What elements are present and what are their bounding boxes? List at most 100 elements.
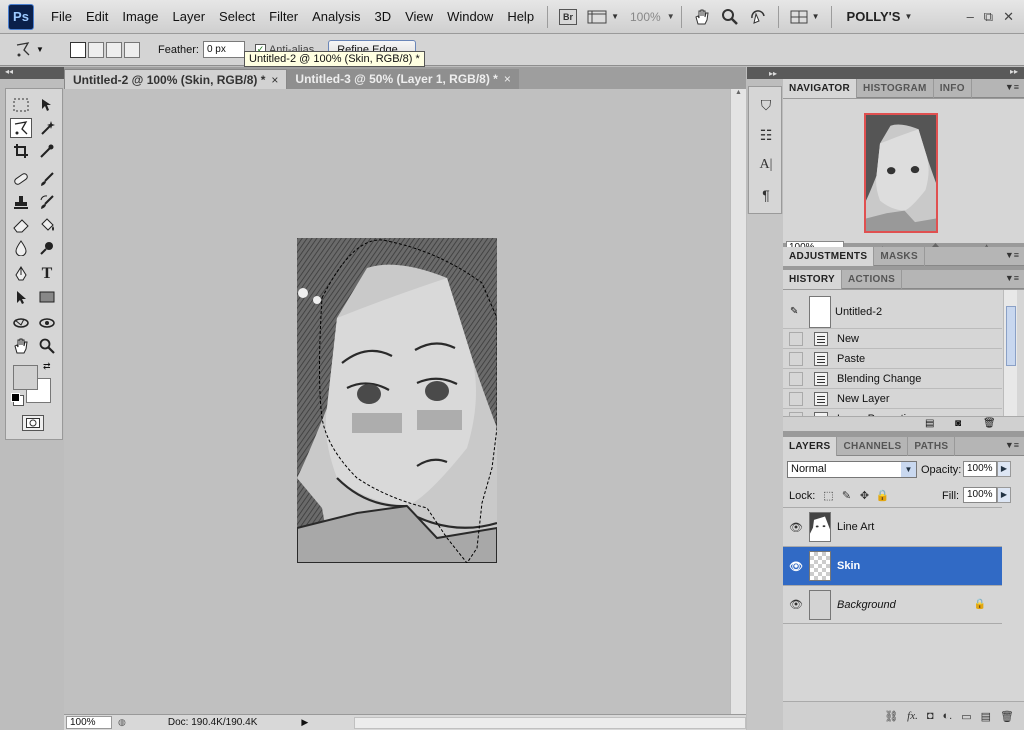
menu-file[interactable]: File [44, 9, 79, 24]
3d-rotate-tool[interactable] [10, 313, 32, 333]
intersect-selection-icon[interactable] [124, 41, 140, 58]
fill-slider-arrow-icon[interactable]: ▶ [997, 487, 1011, 503]
move-tool[interactable] [36, 95, 58, 115]
default-colors-icon[interactable] [11, 393, 20, 402]
paragraph-icon[interactable]: ¶ [756, 185, 776, 205]
menu-3d[interactable]: 3D [367, 9, 398, 24]
scroll-up-icon[interactable]: ▲ [731, 89, 746, 96]
adjustment-layer-icon[interactable]: ◐. [943, 710, 953, 722]
healing-brush-tool[interactable] [10, 169, 32, 189]
fill-input[interactable]: 100% [963, 487, 997, 503]
3d-orbit-tool[interactable] [36, 313, 58, 333]
tab-navigator[interactable]: NAVIGATOR [783, 79, 858, 98]
close-tab-icon[interactable]: × [504, 72, 511, 86]
trash-icon[interactable]: 🗑 [983, 418, 996, 429]
navigator-thumbnail[interactable] [864, 113, 938, 233]
menu-view[interactable]: View [398, 9, 440, 24]
brush-tool[interactable] [36, 169, 58, 189]
history-brush-tool[interactable] [36, 192, 58, 212]
history-source-checkbox[interactable] [789, 391, 803, 406]
history-item[interactable]: New Layer [783, 388, 1002, 408]
lock-transparency-icon[interactable]: ⬚ [822, 489, 835, 502]
tab-untitled-3[interactable]: Untitled-3 @ 50% (Layer 1, RGB/8) * × [287, 69, 519, 89]
new-snapshot-icon[interactable]: ◙ [955, 418, 961, 429]
history-snapshot[interactable]: ✎ Untitled-2 [783, 294, 1002, 330]
magic-wand-tool[interactable] [36, 118, 58, 138]
trash-icon[interactable]: 🗑 [1000, 710, 1014, 723]
new-group-icon[interactable]: ▭ [961, 710, 971, 723]
tab-layers[interactable]: LAYERS [783, 437, 838, 456]
collapse-icon[interactable]: ◂◂ [5, 67, 13, 76]
feather-input[interactable]: 0 px [202, 41, 245, 58]
zoom-tool[interactable] [36, 336, 58, 356]
new-layer-icon[interactable]: ▤ [981, 710, 991, 723]
close-icon[interactable]: ✕ [1003, 9, 1014, 25]
restore-icon[interactable]: ⧉ [984, 9, 993, 25]
expand-icon[interactable]: ▸▸ [769, 69, 777, 78]
workspace-switcher[interactable]: POLLY'S ▼ [838, 6, 918, 28]
paint-bucket-tool[interactable] [36, 215, 58, 235]
eye-icon[interactable]: 👁 [789, 521, 803, 534]
history-item[interactable]: New [783, 328, 1002, 348]
hand-tool[interactable] [10, 336, 32, 356]
blend-mode-select[interactable]: Normal ▼ [787, 461, 917, 478]
history-scrollbar[interactable] [1003, 290, 1017, 416]
panel-menu-icon[interactable]: ▼≡ [1005, 273, 1019, 283]
layer-row-background[interactable]: 👁 Background 🔒 [783, 585, 1002, 624]
opacity-input[interactable]: 100% [963, 461, 997, 477]
tab-histogram[interactable]: HISTOGRAM [857, 79, 934, 98]
swap-colors-icon[interactable]: ⇄ [43, 361, 51, 372]
status-menu-arrow-icon[interactable]: ▶ [301, 717, 308, 728]
arrange-documents-button[interactable]: ▼ [785, 6, 825, 28]
lasso-tool[interactable] [10, 118, 32, 138]
minimize-icon[interactable]: – [967, 9, 974, 25]
document-canvas[interactable] [297, 238, 497, 563]
new-selection-icon[interactable] [70, 41, 86, 58]
lock-image-pixels-icon[interactable]: ✎ [840, 489, 853, 502]
menu-layer[interactable]: Layer [166, 9, 213, 24]
clone-stamp-tool[interactable] [10, 192, 32, 212]
layer-row-skin[interactable]: 👁 Skin [783, 546, 1002, 585]
opacity-slider-arrow-icon[interactable]: ▶ [997, 461, 1011, 477]
history-source-checkbox[interactable] [789, 351, 803, 366]
subtract-from-selection-icon[interactable] [106, 41, 122, 58]
link-layers-icon[interactable]: ⛓ [884, 710, 898, 723]
clone-source-icon[interactable]: ⛉ [756, 95, 776, 115]
tab-adjustments[interactable]: ADJUSTMENTS [783, 247, 875, 266]
type-tool[interactable]: T [36, 264, 58, 284]
vertical-scrollbar[interactable]: ▲ [730, 89, 746, 714]
eraser-tool[interactable] [10, 215, 32, 235]
close-tab-icon[interactable]: × [271, 73, 278, 87]
new-document-from-state-icon[interactable]: ▤ [925, 418, 934, 429]
menu-help[interactable]: Help [500, 9, 541, 24]
marquee-tool[interactable] [10, 95, 32, 115]
layer-row-line-art[interactable]: 👁 Line Art [783, 507, 1002, 546]
panel-menu-icon[interactable]: ▼≡ [1005, 440, 1019, 450]
tab-untitled-2[interactable]: Untitled-2 @ 100% (Skin, RGB/8) * × [64, 69, 288, 89]
tab-info[interactable]: INFO [934, 79, 972, 98]
zoom-level-dropdown[interactable]: 100% [624, 10, 667, 24]
menu-select[interactable]: Select [212, 9, 262, 24]
zoom-tool-button[interactable] [716, 6, 744, 28]
history-item[interactable]: Blending Change [783, 368, 1002, 388]
tab-paths[interactable]: PATHS [908, 437, 956, 456]
history-source-checkbox[interactable] [789, 331, 803, 346]
history-item[interactable]: Paste [783, 348, 1002, 368]
tab-masks[interactable]: MASKS [874, 247, 925, 266]
eye-icon[interactable]: 👁 [789, 560, 803, 573]
status-zoom-input[interactable]: 100% [66, 716, 112, 729]
tab-actions[interactable]: ACTIONS [842, 270, 903, 289]
shape-tool[interactable] [36, 287, 58, 307]
rotate-view-button[interactable] [744, 6, 772, 28]
character-icon[interactable]: A| [756, 155, 776, 175]
view-extras-button[interactable]: ▼ [582, 6, 624, 28]
status-info-icon[interactable]: ◍ [118, 717, 126, 728]
history-source-checkbox[interactable] [789, 371, 803, 386]
panels-header[interactable]: ▸▸ [783, 67, 1024, 79]
tool-preset-picker[interactable]: ▼ [14, 38, 52, 62]
dock-header[interactable]: ▸▸ [747, 67, 783, 79]
hand-tool-button[interactable] [688, 6, 716, 28]
eyedropper-tool[interactable] [36, 141, 58, 161]
tool-presets-icon[interactable]: ☷ [756, 125, 776, 145]
dodge-tool[interactable] [36, 238, 58, 258]
